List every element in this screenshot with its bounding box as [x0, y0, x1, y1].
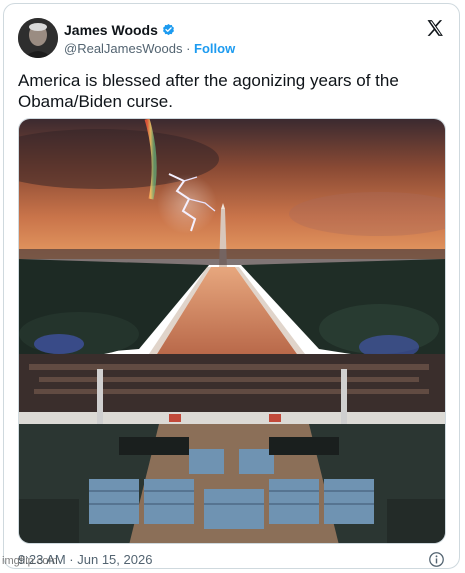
tweet-photo[interactable]: [18, 118, 446, 544]
author-name-text[interactable]: James Woods: [64, 21, 158, 39]
imgflip-watermark: imgflip.com: [2, 555, 58, 567]
verified-badge-icon: [161, 23, 176, 38]
info-icon[interactable]: [428, 551, 445, 568]
tweet-text: America is blessed after the agonizing y…: [18, 71, 399, 111]
avatar[interactable]: [18, 18, 58, 58]
photo-lincoln-memorial-reflecting-pool: [19, 119, 445, 543]
author-name[interactable]: James Woods: [64, 21, 176, 39]
author-handle[interactable]: @RealJamesWoods: [64, 41, 182, 56]
x-logo-icon[interactable]: [425, 18, 445, 38]
tweet-card: James Woods @RealJamesWoods · Follow Ame…: [3, 3, 460, 569]
separator-dot: ·: [186, 41, 191, 56]
follow-button[interactable]: Follow: [194, 41, 235, 56]
handle-line: @RealJamesWoods · Follow: [64, 40, 235, 58]
